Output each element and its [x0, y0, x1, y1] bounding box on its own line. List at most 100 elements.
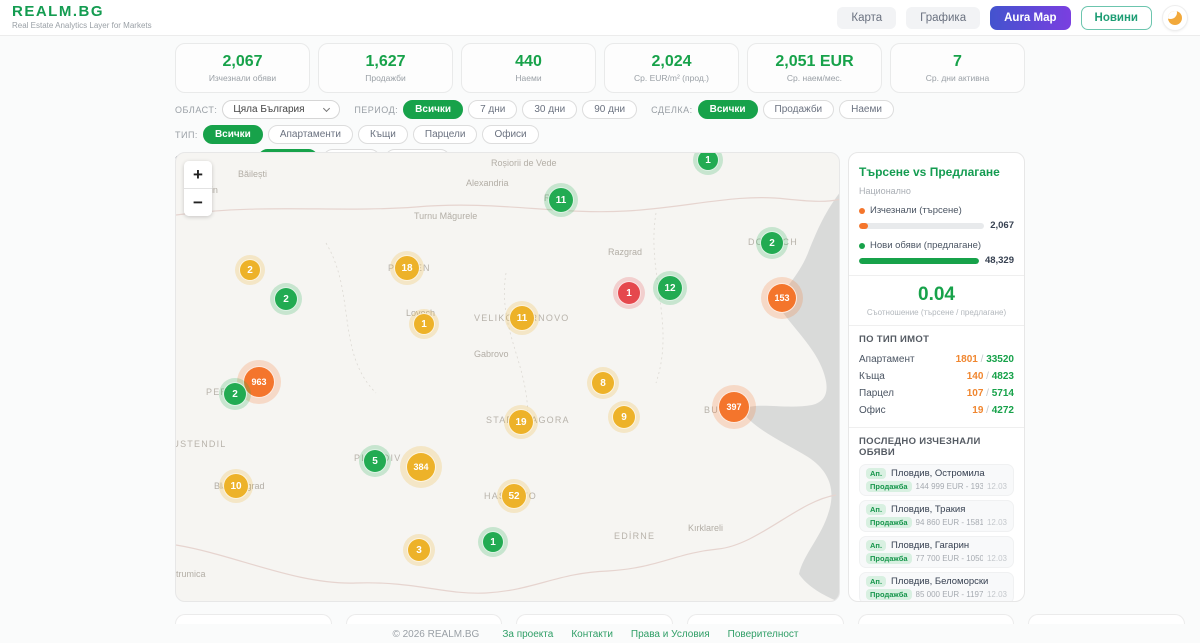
- demand-legend: Изчезнали (търсене): [859, 205, 1014, 216]
- filter-label: ОБЛАСТ:: [175, 105, 217, 115]
- filter-pill[interactable]: Всички: [698, 100, 758, 119]
- supply-value: 48,329: [985, 255, 1014, 266]
- listing-title: Пловдив, Гагарин: [891, 540, 969, 551]
- footer: © 2026 REALM.BG За проекта Контакти Права и…: [0, 624, 1200, 643]
- footer-link[interactable]: Контакти: [571, 629, 613, 640]
- stat-label: Ср. EUR/m² (прод.): [634, 73, 709, 83]
- type-value-demand: 107: [967, 388, 984, 399]
- chevron-down-icon: [323, 104, 330, 111]
- listing-row1: Ап. Пловдив, Гагарин: [866, 540, 1007, 551]
- listing-item[interactable]: Ап. Пловдив, Тракия Продажба 94 860 EUR …: [859, 500, 1014, 532]
- copyright: © 2026 REALM.BG: [392, 629, 479, 640]
- filter-pill[interactable]: Офиси: [482, 125, 538, 144]
- filter-pill[interactable]: Всички: [203, 125, 263, 144]
- stat-card: 7 Ср. дни активна: [890, 43, 1025, 93]
- type-value-separator: /: [978, 354, 986, 365]
- filter-group: ОБЛАСТ: Цяла България: [175, 100, 340, 119]
- map-cluster-marker[interactable]: 153: [767, 283, 797, 313]
- type-label: Апартамент: [859, 354, 915, 365]
- map-cluster-marker[interactable]: 1: [413, 313, 435, 335]
- filter-pill[interactable]: Продажби: [763, 100, 835, 119]
- listing-details: 77 700 EUR - 1050/m² 74 m²: [916, 554, 983, 563]
- divider: [849, 325, 1024, 326]
- footer-link[interactable]: За проекта: [502, 629, 553, 640]
- zoom-out-button[interactable]: −: [184, 189, 212, 216]
- listing-row1: Ап. Пловдив, Тракия: [866, 504, 1007, 515]
- map-cluster-marker[interactable]: 11: [548, 187, 574, 213]
- listing-row1: Ап. Пловдив, Беломорски: [866, 576, 1007, 587]
- listing-row2: Продажба 77 700 EUR - 1050/m² 74 m² 12.0…: [866, 553, 1007, 564]
- filter-pill[interactable]: 30 дни: [522, 100, 577, 119]
- footer-link[interactable]: Поверителност: [728, 629, 799, 640]
- filter-pill[interactable]: Всички: [403, 100, 463, 119]
- south-border-line: [176, 495, 836, 593]
- map-cluster-marker[interactable]: 18: [394, 255, 420, 281]
- listing-item[interactable]: Ап. Пловдив, Остромила Продажба 144 999 …: [859, 464, 1014, 496]
- map-cluster-marker[interactable]: 963: [243, 366, 275, 398]
- news-button[interactable]: Новини: [1081, 6, 1152, 30]
- filter-pill[interactable]: Къщи: [358, 125, 408, 144]
- filter-pill[interactable]: Парцели: [413, 125, 478, 144]
- type-value-demand: 19: [972, 405, 983, 416]
- filter-group: ТИП:ВсичкиАпартаментиКъщиПарцелиОфиси: [175, 125, 539, 144]
- type-label: Къща: [859, 371, 885, 382]
- type-value-supply: 4823: [992, 371, 1014, 382]
- tab-chart[interactable]: Графика: [906, 7, 980, 29]
- type-values: 1801 / 33520: [956, 354, 1014, 365]
- listing-deal-badge: Продажба: [866, 517, 912, 528]
- filter-pill[interactable]: Апартаменти: [268, 125, 353, 144]
- listing-type-badge: Ап.: [866, 468, 886, 479]
- theme-toggle-button[interactable]: [1162, 5, 1188, 31]
- filter-pill[interactable]: 7 дни: [468, 100, 517, 119]
- by-type-rows: Апартамент 1801 / 33520 Къща 140 / 4823 …: [859, 351, 1014, 419]
- map-cluster-marker[interactable]: 19: [508, 409, 534, 435]
- map-cluster-marker[interactable]: 3: [407, 538, 431, 562]
- map-cluster-marker[interactable]: 2: [274, 287, 298, 311]
- filter-pill[interactable]: Наеми: [839, 100, 894, 119]
- map-cluster-marker[interactable]: 2: [223, 382, 247, 406]
- tab-map[interactable]: Карта: [837, 7, 896, 29]
- demand-bar-track: [859, 223, 984, 229]
- map-cluster-marker[interactable]: 52: [501, 483, 527, 509]
- aura-map-button[interactable]: Aura Map: [990, 6, 1070, 30]
- listing-title: Пловдив, Тракия: [891, 504, 965, 515]
- map-cluster-marker[interactable]: 8: [591, 371, 615, 395]
- map-cluster-marker[interactable]: 1: [482, 531, 504, 553]
- filter-pill[interactable]: 90 дни: [582, 100, 637, 119]
- stat-label: Ср. дни активна: [926, 73, 989, 83]
- map-cluster-marker[interactable]: 5: [363, 449, 387, 473]
- type-value-supply: 5714: [992, 388, 1014, 399]
- supply-bar-track: [859, 258, 979, 264]
- map-cluster-marker[interactable]: 11: [509, 305, 535, 331]
- stat-value: 2,067: [222, 53, 262, 71]
- stat-label: Изчезнали обяви: [209, 73, 276, 83]
- map-cluster-marker[interactable]: 10: [223, 473, 249, 499]
- region-select[interactable]: Цяла България: [222, 100, 340, 119]
- demand-bar-fill: [859, 223, 868, 229]
- listing-deal-badge: Продажба: [866, 553, 912, 564]
- sidebar-scope: Национално: [859, 186, 1014, 196]
- listing-item[interactable]: Ап. Пловдив, Гагарин Продажба 77 700 EUR…: [859, 536, 1014, 568]
- stat-card: 1,627 Продажби: [318, 43, 453, 93]
- footer-link[interactable]: Права и Условия: [631, 629, 710, 640]
- map[interactable]: VidinBăileștiRoșiorii de VedeAlexandriaT…: [175, 152, 840, 602]
- map-cluster-marker[interactable]: 397: [718, 391, 750, 423]
- listing-deal-badge: Продажба: [866, 589, 912, 600]
- listing-time: 12.03: [987, 482, 1007, 491]
- zoom-in-button[interactable]: +: [184, 161, 212, 188]
- listing-item[interactable]: Ап. Пловдив, Беломорски Продажба 85 000 …: [859, 572, 1014, 602]
- stat-value: 7: [953, 53, 962, 71]
- map-cluster-marker[interactable]: 1: [617, 281, 641, 305]
- listing-row2: Продажба 144 999 EUR - 1933/m² 75 m² 12.…: [866, 481, 1007, 492]
- stat-card: 2,024 Ср. EUR/m² (прод.): [604, 43, 739, 93]
- map-cluster-marker[interactable]: 384: [406, 452, 436, 482]
- map-cluster-marker[interactable]: 12: [657, 275, 683, 301]
- map-cluster-marker[interactable]: 9: [612, 405, 636, 429]
- black-sea-shape: [742, 191, 840, 602]
- ratio-value: 0.04: [859, 284, 1014, 306]
- region-select-value: Цяла България: [233, 104, 304, 115]
- listing-row1: Ап. Пловдив, Остромила: [866, 468, 1007, 479]
- map-cluster-marker[interactable]: 2: [239, 259, 261, 281]
- listing-details: 94 860 EUR - 1581/m² 60 m²: [916, 518, 983, 527]
- map-cluster-marker[interactable]: 2: [760, 231, 784, 255]
